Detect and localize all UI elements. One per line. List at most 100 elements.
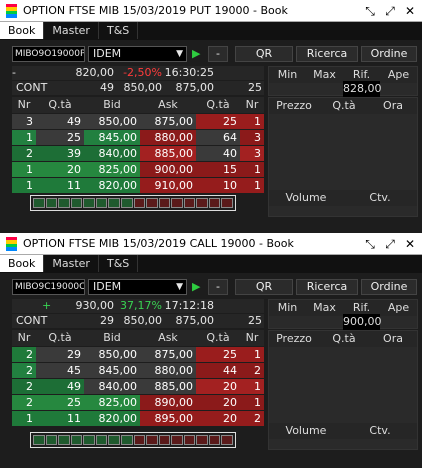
book-cell-qty-bid: 11 <box>36 178 84 193</box>
chevron-down-icon: ▼ <box>176 282 183 292</box>
tab-book[interactable]: Book <box>0 22 45 39</box>
book-cell-nr-ask: 3 <box>240 146 264 161</box>
minus-button[interactable]: - <box>208 279 228 295</box>
exchange-value: IDEM <box>93 280 122 293</box>
volume-label: Volume <box>269 190 343 206</box>
col-ask: Ask <box>140 330 196 346</box>
book-cell-ask: 890,00 <box>140 395 196 410</box>
book-cell-qty-bid: 25 <box>36 130 84 145</box>
ricerca-button[interactable]: Ricerca <box>296 46 358 62</box>
tab-ts[interactable]: T&S <box>99 255 139 272</box>
restore-icon[interactable]: ⤡ <box>362 236 378 252</box>
close-icon[interactable]: ✕ <box>402 236 418 252</box>
book-row[interactable]: 2 39 840,00 885,00 40 3 <box>12 146 264 161</box>
book-cell-nr-bid: 1 <box>12 411 36 426</box>
book-cell-nr-ask: 2 <box>240 363 264 378</box>
book-cell-nr-bid: 3 <box>12 114 36 129</box>
play-icon[interactable]: ▶ <box>192 47 200 60</box>
tab-book[interactable]: Book <box>0 255 45 272</box>
book-cell-nr-ask: 1 <box>240 395 264 410</box>
restore-icon[interactable]: ⤡ <box>362 3 378 19</box>
book-row[interactable]: 1 11 820,00 910,00 10 1 <box>12 178 264 193</box>
exchange-value: IDEM <box>93 47 122 60</box>
book-row[interactable]: 1 11 820,00 895,00 20 2 <box>12 411 264 426</box>
col-ask: Ask <box>140 97 196 113</box>
book-cell-nr-ask: 1 <box>240 379 264 394</box>
cont-ask: 875,00 <box>175 314 215 327</box>
title-bar[interactable]: OPTION FTSE MIB 15/03/2019 PUT 19000 - B… <box>0 0 422 22</box>
trade-price-label: Prezzo <box>269 331 319 347</box>
book-cell-bid: 840,00 <box>84 146 140 161</box>
symbol-input[interactable]: MIBO9C19000C <box>12 279 85 295</box>
book-cell-nr-bid: 1 <box>12 162 36 177</box>
book-cell-qty-ask: 25 <box>196 114 240 129</box>
app-icon <box>6 3 17 18</box>
book-cell-ask: 895,00 <box>140 411 196 426</box>
minimize-icon[interactable]: ⤢ <box>382 3 398 19</box>
book-row[interactable]: 2 45 845,00 880,00 44 2 <box>12 363 264 378</box>
book-cell-nr-ask: 2 <box>240 411 264 426</box>
book-cell-nr-bid: 1 <box>12 178 36 193</box>
play-icon[interactable]: ▶ <box>192 280 200 293</box>
book-row[interactable]: 3 49 850,00 875,00 25 1 <box>12 114 264 129</box>
book-cell-qty-ask: 20 <box>196 395 240 410</box>
book-cell-ask: 885,00 <box>140 146 196 161</box>
book-row[interactable]: 2 25 825,00 890,00 20 1 <box>12 395 264 410</box>
qr-button[interactable]: QR <box>235 46 293 62</box>
cont-bid: 850,00 <box>123 81 163 94</box>
window-title: OPTION FTSE MIB 15/03/2019 PUT 19000 - B… <box>23 4 288 17</box>
last-price: 820,00 <box>75 66 115 79</box>
summary-row: + 930,00 37,17% 17:12:18 <box>12 299 264 313</box>
book-cell-bid: 850,00 <box>84 114 140 129</box>
minus-button[interactable]: - <box>208 46 228 62</box>
ricerca-button[interactable]: Ricerca <box>296 279 358 295</box>
book-cell-nr-bid: 2 <box>12 379 36 394</box>
depth-meter <box>30 195 236 211</box>
last-time: 17:12:18 <box>164 299 214 312</box>
book-cell-qty-ask: 44 <box>196 363 240 378</box>
tab-ts[interactable]: T&S <box>99 22 139 39</box>
cont-bid: 850,00 <box>123 314 163 327</box>
book-window-call: OPTION FTSE MIB 15/03/2019 CALL 19000 - … <box>0 233 422 468</box>
title-bar[interactable]: OPTION FTSE MIB 15/03/2019 CALL 19000 - … <box>0 233 422 255</box>
book-cell-qty-ask: 15 <box>196 162 240 177</box>
exchange-select[interactable]: IDEM ▼ <box>88 279 187 295</box>
book-cell-qty-ask: 25 <box>196 347 240 362</box>
app-icon <box>6 236 17 251</box>
tab-master[interactable]: Master <box>44 255 99 272</box>
book-cell-qty-bid: 20 <box>36 162 84 177</box>
ordine-button[interactable]: Ordine <box>361 46 417 62</box>
book-cell-nr-bid: 1 <box>12 130 36 145</box>
book-row[interactable]: 1 25 845,00 880,00 64 3 <box>12 130 264 145</box>
col-nr-bid: Nr <box>12 330 36 346</box>
book-cell-qty-bid: 25 <box>36 395 84 410</box>
book-cell-nr-ask: 3 <box>240 130 264 145</box>
minimize-icon[interactable]: ⤢ <box>382 236 398 252</box>
book-cell-qty-bid: 11 <box>36 411 84 426</box>
ctv-label: Ctv. <box>343 190 417 206</box>
book-cell-bid: 820,00 <box>84 178 140 193</box>
ordine-button[interactable]: Ordine <box>361 279 417 295</box>
col-bid: Bid <box>84 97 140 113</box>
book-cell-bid: 825,00 <box>84 395 140 410</box>
cont-row: CONT 29 850,00 875,00 25 <box>12 314 264 328</box>
exchange-select[interactable]: IDEM ▼ <box>88 46 187 62</box>
book-cell-qty-ask: 64 <box>196 130 240 145</box>
col-qty-ask: Q.tà <box>196 97 240 113</box>
book-cell-ask: 880,00 <box>140 130 196 145</box>
book-row[interactable]: 1 20 825,00 900,00 15 1 <box>12 162 264 177</box>
symbol-input[interactable]: MIBO9O19000P <box>12 46 85 62</box>
book-row[interactable]: 2 29 850,00 875,00 25 1 <box>12 347 264 362</box>
stat-rif-value: 900,00 <box>343 314 382 330</box>
book-cell-qty-bid: 49 <box>36 379 84 394</box>
book-cell-bid: 825,00 <box>84 162 140 177</box>
cont-ask-qty: 25 <box>248 81 262 94</box>
close-icon[interactable]: ✕ <box>402 3 418 19</box>
tab-master[interactable]: Master <box>44 22 99 39</box>
trade-qty-label: Q.tà <box>319 98 369 114</box>
qr-button[interactable]: QR <box>235 279 293 295</box>
book-row[interactable]: 2 49 840,00 885,00 20 1 <box>12 379 264 394</box>
window-title: OPTION FTSE MIB 15/03/2019 CALL 19000 - … <box>23 237 294 250</box>
book-cell-nr-bid: 2 <box>12 146 36 161</box>
book-cell-nr-ask: 1 <box>240 178 264 193</box>
